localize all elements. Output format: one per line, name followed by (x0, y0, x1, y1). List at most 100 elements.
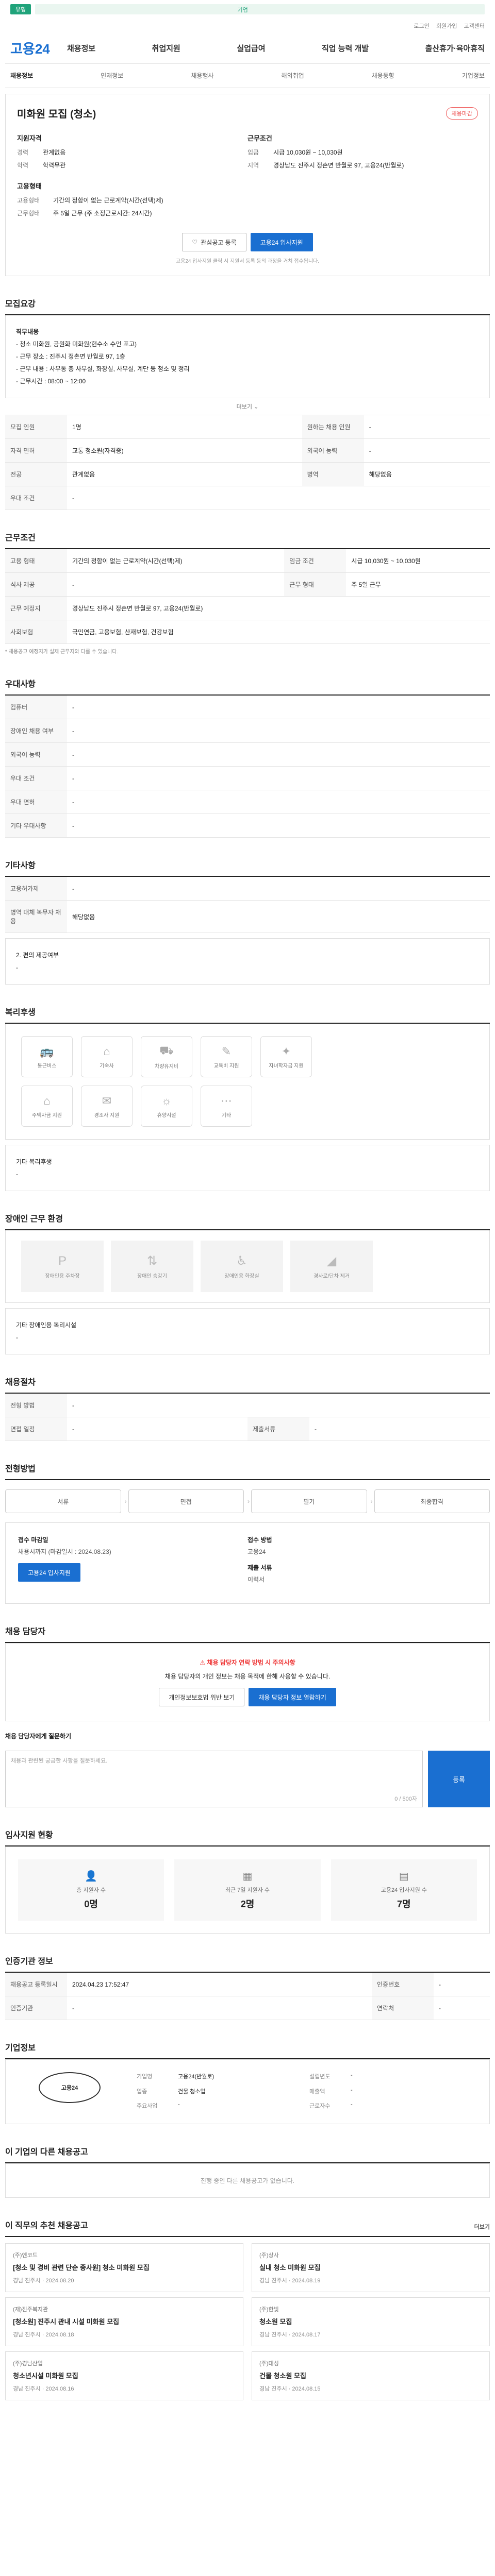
warn-box: ⚠ 채용 담당자 연락 방법 시 주의사항 채용 담당자의 개인 정보는 채용 … (5, 1643, 490, 1721)
table-row: 외국어 능력 - (5, 742, 490, 767)
disabled-section: 장애인 근무 환경 P 장애인용 주차장 ⇅ 장애인 승강기 ♿ 장애인용 화장실 ◢… (5, 1212, 490, 1354)
work-type-label: 근무형태 (17, 210, 40, 217)
table-row: 식사 제공 - 근무 형태 주 5일 근무 (5, 572, 490, 597)
table-value: - (67, 877, 490, 901)
house-icon: ⌂ (103, 1044, 110, 1058)
info-section: 인증기관 정보 채용공고 등록일시 2024.04.23 17:52:47 인증번호… (5, 1954, 490, 2020)
docs-value: 이력서 (248, 1576, 265, 1583)
card-title: 청소원 모집 (259, 2318, 292, 2326)
card-title: 실내 청소 미화원 모집 (259, 2264, 321, 2272)
process-heading: 채용절차 (5, 1375, 490, 1394)
table-key: 병역 (302, 462, 364, 486)
table-value: - (67, 766, 490, 790)
gnb-menu: 채용정보 취업지원 실업급여 직업 능력 개발 출산휴가·육아휴직 (67, 43, 485, 54)
tab-trends[interactable]: 채용동향 (372, 71, 394, 80)
apply-button-2[interactable]: 고용24 입사지원 (18, 1563, 80, 1582)
table-value: 1명 (67, 415, 302, 439)
disabled-label: 장애인 승강기 (137, 1274, 167, 1279)
method-col: 접수 방법 고용24 제출 서류 이력서 (248, 1535, 477, 1591)
gnb-item-leave[interactable]: 출산휴가·육아휴직 (425, 43, 485, 54)
tab-events[interactable]: 채용행사 (191, 71, 213, 80)
gnb-item-benefit[interactable]: 실업급여 (237, 43, 265, 54)
disabled-label: 경사로/단차 제거 (314, 1274, 350, 1279)
question-textarea[interactable]: 채용과 관련된 궁금한 사항을 질문하세요. 0 / 500자 (5, 1751, 423, 1807)
company-logo: 고용24 (39, 2072, 101, 2103)
recruit-line: - 청소 미화원, 공원화 미화원(현수소 수먼 포고) (16, 341, 137, 348)
table-value: 해당없음 (364, 462, 490, 486)
more-button[interactable]: 더보기 ⌄ (5, 398, 490, 415)
job-title: 미화원 모집 (청소) (17, 109, 96, 120)
emp-type-value: 기간의 정함이 없는 근로계약(시간(선택)제) (53, 197, 163, 204)
company-key: 기업명 (137, 2074, 153, 2080)
card-company: (재)진주복지관 (13, 2307, 48, 2313)
stat-label: 최근 7일 지원자 수 (225, 1887, 270, 1893)
table-value: - (67, 486, 490, 510)
table-row: 전형 방법 - (5, 1394, 490, 1417)
parking-icon: P (58, 1253, 67, 1268)
bus-icon: 🚌 (40, 1044, 54, 1058)
pref-section: 우대사항 컴퓨터 - 장애인 채용 여부 - 외국어 능력 - 우대 조건 - 우대 면… (5, 677, 490, 838)
recommend-card[interactable]: (주)경남산업 청소년시설 미화원 모집 경남 진주시 · 2024.08.16 (5, 2351, 243, 2400)
gnb-item-training[interactable]: 직업 능력 개발 (322, 43, 369, 54)
steps-row: 서류 면접 필기 최종합격 (5, 1480, 490, 1522)
table-key: 사회보험 (5, 620, 67, 644)
welfare-label: 통근버스 (37, 1063, 57, 1069)
table-value: - (364, 415, 490, 439)
welfare-label: 교육비 지원 (213, 1063, 239, 1069)
gnb-item-support[interactable]: 취업지원 (152, 43, 180, 54)
login-link[interactable]: 로그인 (414, 23, 430, 29)
table-row: 자격 면허 교통 청소원(자격증) 외국어 능력 - (5, 438, 490, 463)
recommend-section: 이 직무의 추천 채용공고 더보기 (주)엔코드 [청소 및 경비 관련 단순 종… (5, 2218, 490, 2400)
privacy-button[interactable]: 개인정보보호법 위반 보기 (159, 1688, 245, 1706)
table-value: 경상남도 진주시 정촌면 반월로 97, 고용24(반월로) (67, 596, 490, 620)
table-value: 관계없음 (67, 462, 302, 486)
table-key: 컴퓨터 (5, 696, 67, 719)
apply-button[interactable]: 고용24 입사지원 (250, 233, 313, 251)
table-row: 전공 관계없음 병역 해당없음 (5, 462, 490, 486)
global-nav: 고용24 채용정보 취업지원 실업급여 직업 능력 개발 출산휴가·육아휴직 (5, 33, 490, 64)
recommend-card[interactable]: (주)상사 실내 청소 미화원 모집 경남 진주시 · 2024.08.19 (252, 2243, 490, 2292)
table-key: 인증번호 (371, 1973, 434, 1996)
work-section: 근무조건 고용 형태 기간의 정함이 없는 근로계약(시간(선택)제) 임금 조건 시… (5, 531, 490, 656)
table-key: 면접 일정 (5, 1417, 67, 1441)
interest-button[interactable]: ♡ 관심공고 등록 (182, 233, 246, 251)
recommend-more-link[interactable]: 더보기 (474, 2223, 490, 2231)
wage-value: 시급 10,030원 ~ 10,030원 (273, 149, 343, 156)
card-title: 건물 청소원 모집 (259, 2372, 306, 2380)
send-button[interactable]: 등록 (428, 1751, 490, 1807)
company-value: - (351, 2072, 353, 2078)
table-value: 국민연금, 고용보험, 산재보험, 건강보험 (67, 620, 490, 644)
employment-col: 고용형태 고용형태 기간의 정함이 없는 근로계약(시간(선택)제) 근무형태 주 … (17, 181, 478, 217)
home-icon: ⌂ (43, 1094, 51, 1107)
recruit-line: 직무내용 (16, 328, 39, 335)
tab-jobs[interactable]: 채용정보 (10, 71, 33, 80)
table-value: - (67, 790, 490, 814)
table-row: 면접 일정 - 제출서류 - (5, 1417, 490, 1441)
recommend-card[interactable]: (주)한빛 청소원 모집 경남 진주시 · 2024.08.17 (252, 2297, 490, 2346)
signup-link[interactable]: 회원가입 (436, 23, 457, 29)
recommend-card[interactable]: (주)대성 건물 청소원 모집 경남 진주시 · 2024.08.15 (252, 2351, 490, 2400)
recommend-card[interactable]: (재)진주복지관 [청소원] 진주시 관내 시설 미화원 모집 경남 진주시 · 2… (5, 2297, 243, 2346)
recommend-card[interactable]: (주)엔코드 [청소 및 경비 관련 단순 종사원] 청소 미화원 모집 경남 진주… (5, 2243, 243, 2292)
tab-overseas[interactable]: 해외취업 (281, 71, 304, 80)
card-meta: 경남 진주시 · 2024.08.15 (259, 2386, 321, 2392)
tab-company[interactable]: 기업정보 (462, 71, 485, 80)
company-key: 설립년도 (309, 2074, 331, 2080)
company-section: 기업정보 고용24 기업명 고용24(반월로) 설립년도 - 업종 건물 청소업 매출… (5, 2041, 490, 2124)
top-notice-bar[interactable]: 기업 (35, 4, 485, 14)
stats-heading: 입사지원 현황 (5, 1828, 490, 1846)
book-icon: ✎ (221, 1044, 232, 1058)
company-key: 업종 (137, 2088, 147, 2095)
table-key: 우대 조건 (5, 486, 67, 510)
gnb-item-jobs[interactable]: 채용정보 (67, 43, 95, 54)
view-contact-button[interactable]: 채용 담당자 정보 열람하기 (249, 1688, 336, 1706)
table-key: 병역 대체 복무자 채용 (5, 900, 67, 933)
recommend-title: 이 직무의 추천 채용공고 (5, 2222, 88, 2230)
process-section: 채용절차 전형 방법 - 면접 일정 - 제출서류 - (5, 1375, 490, 1441)
tab-talent[interactable]: 인재정보 (101, 71, 123, 80)
help-link[interactable]: 고객센터 (464, 23, 485, 29)
wage-label: 임금 (248, 149, 259, 156)
site-logo[interactable]: 고용24 (10, 39, 67, 58)
card-title: 청소년시설 미화원 모집 (13, 2372, 78, 2380)
stats-row: 👤 총 지원자 수 0명 ▦ 최근 7일 지원자 수 2명 ▤ 고용24 입사지원 수 7명 (5, 1846, 490, 1934)
